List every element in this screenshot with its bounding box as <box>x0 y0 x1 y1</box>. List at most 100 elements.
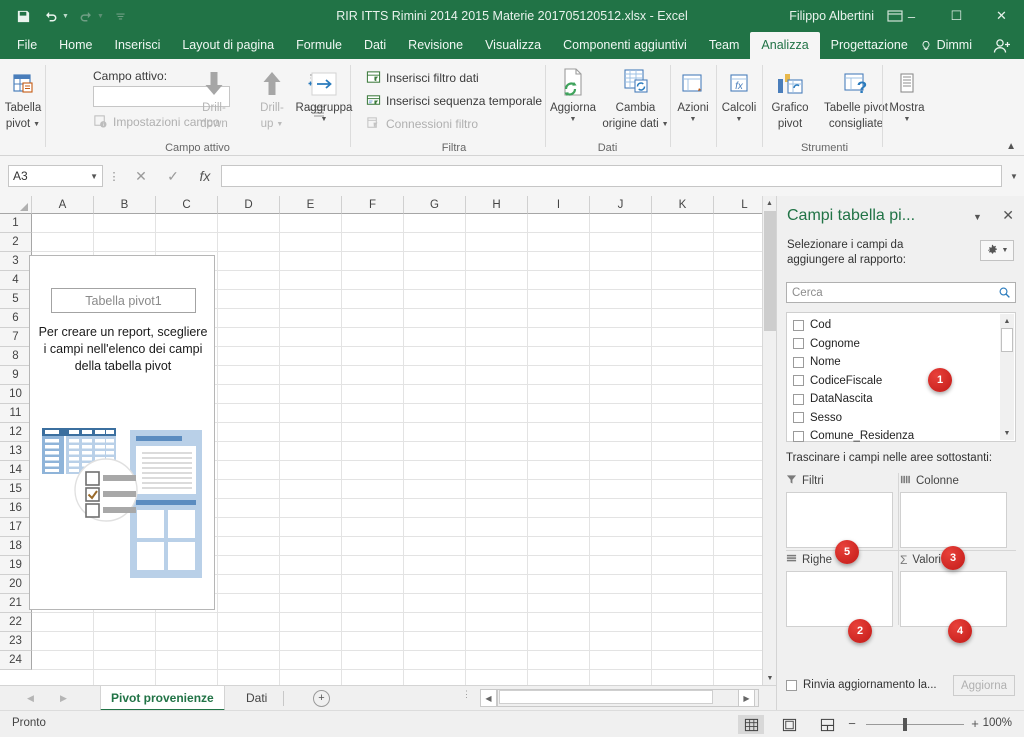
pane-close-icon[interactable]: ✕ <box>1002 207 1014 224</box>
filter-connections-button[interactable]: Connessioni filtro <box>366 116 478 131</box>
row-header-8[interactable]: 8 <box>0 347 32 366</box>
scroll-right-button[interactable]: ▶ <box>738 689 755 707</box>
pane-tools-caret-icon[interactable]: ▼ <box>1002 247 1009 254</box>
field-list-scroll-thumb[interactable] <box>1001 328 1013 352</box>
zone-columns[interactable]: Colonne <box>900 473 1007 548</box>
tell-me-box[interactable]: Dimmi <box>920 32 972 59</box>
insert-timeline-button[interactable]: Inserisci sequenza temporale <box>366 93 542 108</box>
row-header-14[interactable]: 14 <box>0 461 32 480</box>
maximize-button[interactable]: ☐ <box>934 0 979 32</box>
zone-filters-dropbox[interactable] <box>786 492 893 548</box>
row-header-2[interactable]: 2 <box>0 233 32 252</box>
zone-rows[interactable]: Righe <box>786 552 893 627</box>
row-header-23[interactable]: 23 <box>0 632 32 651</box>
field-checkbox[interactable] <box>793 412 804 424</box>
formula-bar-grip[interactable]: ⋮ <box>103 170 125 183</box>
sheet-tab-pivot-provenienze[interactable]: Pivot provenienze <box>100 686 225 711</box>
row-header-1[interactable]: 1 <box>0 214 32 233</box>
tab-layout-di-pagina[interactable]: Layout di pagina <box>171 32 285 59</box>
field-list[interactable]: Cod Cognome Nome CodiceFiscale DataNascita Se… <box>786 312 1016 442</box>
share-icon[interactable] <box>992 37 1012 55</box>
tab-componenti-aggiuntivi[interactable]: Componenti aggiuntivi <box>552 32 698 59</box>
drill-up-caret-icon[interactable]: ▼ <box>276 121 283 128</box>
calculations-button[interactable]: fx Calcoli ▼ <box>710 67 768 123</box>
row-header-9[interactable]: 9 <box>0 366 32 385</box>
sheet-tab-dati[interactable]: Dati <box>236 686 277 711</box>
column-header-e[interactable]: E <box>280 196 342 214</box>
worksheet-grid[interactable]: ABCDEFGHIJKL 1 2 3 4 5 6 7 8 9 10 11 12 13 14 15 16 17 18… <box>0 196 776 685</box>
update-button[interactable]: Aggiorna <box>953 675 1015 696</box>
cancel-formula-button[interactable]: ✕ <box>125 163 157 189</box>
grid-vertical-scrollbar[interactable]: ▲ ▼ <box>762 196 776 685</box>
select-all-corner[interactable] <box>0 196 32 214</box>
row-header-19[interactable]: 19 <box>0 556 32 575</box>
enter-formula-button[interactable]: ✓ <box>157 163 189 189</box>
refresh-caret-icon[interactable]: ▼ <box>570 116 577 123</box>
tab-inserisci[interactable]: Inserisci <box>104 32 172 59</box>
zoom-in-button[interactable]: + <box>968 716 982 731</box>
column-header-d[interactable]: D <box>218 196 280 214</box>
column-header-j[interactable]: J <box>590 196 652 214</box>
tab-progettazione[interactable]: Progettazione <box>820 32 919 59</box>
field-checkbox[interactable] <box>793 393 804 405</box>
row-header-10[interactable]: 10 <box>0 385 32 404</box>
field-list-item[interactable]: Nome <box>787 353 1015 372</box>
refresh-button[interactable]: Aggiorna ▼ <box>545 67 601 123</box>
row-header-22[interactable]: 22 <box>0 613 32 632</box>
add-sheet-button[interactable]: + <box>313 690 330 707</box>
tab-team[interactable]: Team <box>698 32 751 59</box>
name-box[interactable]: A3 ▼ <box>8 165 103 187</box>
defer-checkbox-box[interactable] <box>786 679 797 691</box>
zoom-out-button[interactable]: − <box>845 716 859 731</box>
row-header-7[interactable]: 7 <box>0 328 32 347</box>
horizontal-split-grip[interactable]: ⋮ <box>462 690 471 699</box>
row-header-16[interactable]: 16 <box>0 499 32 518</box>
row-header-12[interactable]: 12 <box>0 423 32 442</box>
row-header-24[interactable]: 24 <box>0 651 32 670</box>
zone-rows-dropbox[interactable] <box>786 571 893 627</box>
column-header-f[interactable]: F <box>342 196 404 214</box>
row-header-11[interactable]: 11 <box>0 404 32 423</box>
tab-dati[interactable]: Dati <box>353 32 397 59</box>
field-checkbox[interactable] <box>793 430 804 442</box>
scroll-up-arrow-icon[interactable]: ▲ <box>763 196 776 210</box>
field-search-box[interactable]: Cerca <box>786 282 1016 303</box>
minimize-button[interactable]: – <box>889 0 934 32</box>
tab-home[interactable]: Home <box>48 32 103 59</box>
row-header-5[interactable]: 5 <box>0 290 32 309</box>
tab-visualizza[interactable]: Visualizza <box>474 32 552 59</box>
field-list-scroll-up-icon[interactable]: ▲ <box>1000 314 1014 328</box>
field-list-item[interactable]: DataNascita <box>787 390 1015 409</box>
tab-formule[interactable]: Formule <box>285 32 353 59</box>
tab-file[interactable]: File <box>6 32 48 59</box>
normal-view-icon[interactable] <box>738 715 764 734</box>
column-header-b[interactable]: B <box>94 196 156 214</box>
zoom-slider-track[interactable] <box>866 724 964 725</box>
page-break-view-icon[interactable] <box>814 715 840 734</box>
change-data-source-button[interactable]: Cambia origine dati ▼ <box>601 67 670 130</box>
field-checkbox[interactable] <box>793 338 804 350</box>
field-checkbox[interactable] <box>793 356 804 368</box>
insert-function-button[interactable]: fx <box>189 163 221 189</box>
zoom-percent-label[interactable]: 100% <box>983 717 1012 729</box>
actions-caret-icon[interactable]: ▼ <box>690 116 697 123</box>
pane-dropdown-caret-icon[interactable]: ▼ <box>973 212 982 222</box>
row-header-18[interactable]: 18 <box>0 537 32 556</box>
next-sheet-arrow-icon[interactable]: ▶ <box>55 690 72 707</box>
group-caret-icon[interactable]: ▼ <box>321 116 328 123</box>
horizontal-scroll-thumb[interactable] <box>499 690 713 704</box>
show-caret-icon[interactable]: ▼ <box>904 116 911 123</box>
pane-tools-button[interactable]: ▼ <box>980 240 1014 261</box>
row-header-21[interactable]: 21 <box>0 594 32 613</box>
field-list-item[interactable]: Cod <box>787 316 1015 335</box>
previous-sheet-arrow-icon[interactable]: ◀ <box>22 690 39 707</box>
scroll-left-button[interactable]: ◀ <box>480 689 497 707</box>
search-icon[interactable] <box>993 286 1015 299</box>
group-button[interactable]: Raggruppa ▼ <box>290 69 358 123</box>
user-account-name[interactable]: Filippo Albertini <box>789 0 874 32</box>
defer-layout-update-checkbox[interactable]: Rinvia aggiornamento la... <box>786 679 937 691</box>
field-list-item[interactable]: Sesso <box>787 409 1015 428</box>
collapse-ribbon-button[interactable]: ▲ <box>1006 141 1016 152</box>
column-header-i[interactable]: I <box>528 196 590 214</box>
expand-formula-bar-button[interactable]: ▼ <box>1004 163 1024 189</box>
